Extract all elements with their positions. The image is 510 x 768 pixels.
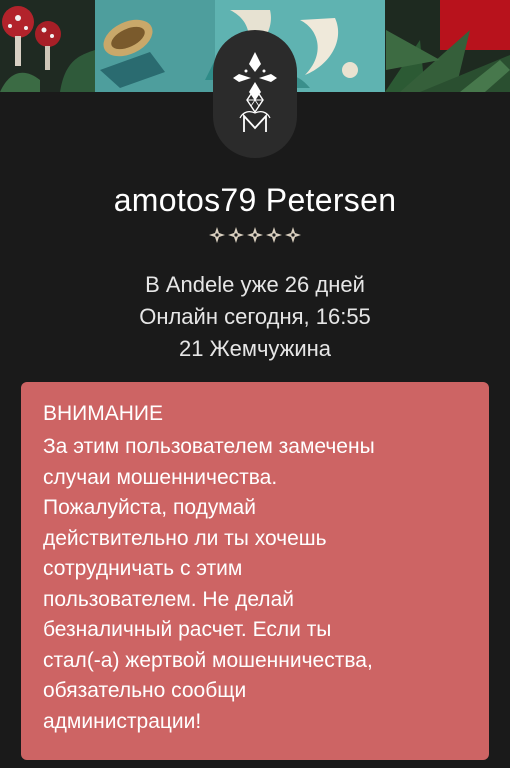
days-on-site: В Andele уже 26 дней: [145, 272, 365, 297]
star-icon: [247, 227, 263, 243]
star-icon: [266, 227, 282, 243]
profile-name: amotos79 Petersen: [113, 182, 397, 218]
star-icon: [285, 227, 301, 243]
last-online: Онлайн сегодня, 16:55: [139, 304, 371, 329]
pearl-count[interactable]: 21 Жемчужина: [0, 333, 510, 365]
star-icon: [209, 227, 225, 243]
warning-title: ВНИМАНИЕ: [43, 402, 164, 425]
warning-text: За этим пользователем замечены случаи мо…: [43, 435, 375, 733]
rating-stars: [0, 226, 510, 244]
andele-logo-icon: [233, 52, 277, 132]
profile-screen: amotos79 Petersen В Andele уже 26 дней О…: [0, 0, 510, 768]
star-icon: [228, 227, 244, 243]
avatar[interactable]: [213, 30, 297, 158]
fraud-warning-card: ВНИМАНИЕ За этим пользователем замечены …: [21, 382, 489, 760]
